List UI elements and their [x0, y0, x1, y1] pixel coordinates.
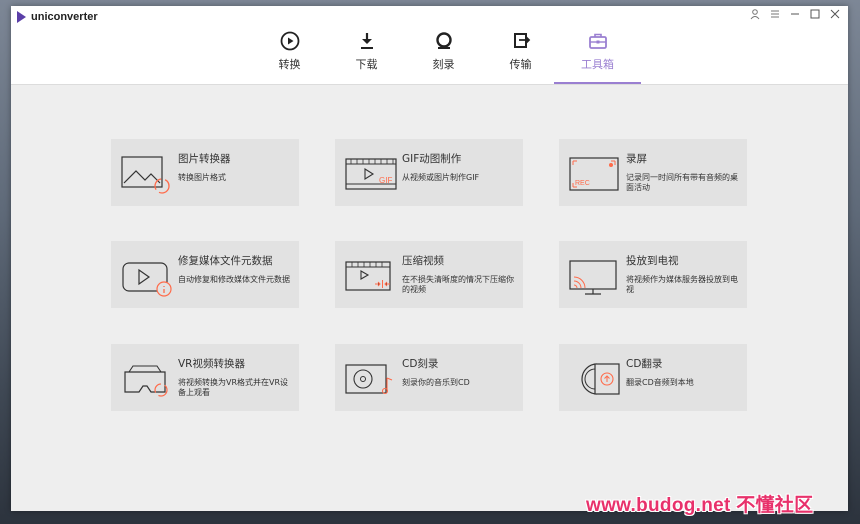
window-controls [748, 8, 842, 22]
tool-image-converter[interactable]: 图片转换器 转换图片格式 [111, 139, 299, 206]
tab-toolbox[interactable]: 工具箱 [554, 28, 641, 84]
tool-title: 图片转换器 [178, 153, 231, 165]
vr-headset-icon [124, 365, 168, 397]
tab-label: 工具箱 [581, 58, 614, 71]
tool-title: 修复媒体文件元数据 [178, 255, 273, 267]
tool-screen-recorder[interactable]: REC 录屏 记录同一时间所有带有音频的桌面活动 [559, 139, 747, 206]
app-window: uniconverter 转换 下载 刻录 传输 工具箱 图片转换器 转换图片格… [11, 6, 848, 511]
tab-label: 传输 [509, 58, 532, 71]
tool-desc: 翻录CD音频到本地 [626, 378, 694, 387]
rec-icon-text: REC [575, 180, 590, 187]
tool-title: 压缩视频 [402, 255, 444, 267]
maximize-icon[interactable] [808, 8, 822, 22]
tool-desc: 刻录你的音乐到CD [402, 378, 470, 387]
tool-desc: 记录同一时间所有带有音频的桌面活动 [626, 173, 738, 192]
download-icon [360, 33, 373, 49]
tool-title: GIF动图制作 [402, 153, 462, 165]
tv-cast-icon [569, 260, 617, 295]
image-icon [121, 156, 170, 194]
cd-rip-icon [581, 363, 620, 395]
user-icon[interactable] [748, 8, 762, 22]
tool-cd-ripper[interactable]: CD翻录 翻录CD音频到本地 [559, 344, 747, 411]
tab-label: 下载 [355, 58, 378, 71]
tool-desc: 在不损失清晰度的情况下压缩你的视频 [402, 275, 514, 294]
logo-icon [17, 11, 26, 23]
tool-title: 录屏 [626, 153, 647, 165]
tab-burn[interactable]: 刻录 [405, 28, 482, 84]
tool-title: CD刻录 [402, 358, 439, 370]
gif-icon: GIF [345, 158, 397, 190]
minimize-icon[interactable] [788, 8, 802, 22]
main-nav: 转换 下载 刻录 传输 工具箱 [251, 28, 641, 84]
convert-icon [280, 31, 299, 51]
tool-title: CD翻录 [626, 358, 663, 370]
close-icon[interactable] [828, 8, 842, 22]
screen-record-icon: REC [569, 157, 619, 191]
tool-title: VR视频转换器 [178, 358, 245, 370]
tool-desc: 将视频作为媒体服务器投放到电视 [626, 275, 738, 294]
tool-fix-metadata[interactable]: 修复媒体文件元数据 自动修复和修改媒体文件元数据 [111, 241, 299, 308]
cd-burn-icon [345, 364, 393, 395]
tool-desc: 将视频转换为VR格式并在VR设备上观看 [178, 378, 289, 397]
site-watermark: www.budog.net 不懂社区 [586, 495, 814, 516]
tool-title: 投放到电视 [626, 255, 679, 267]
toolbox-icon [588, 33, 607, 49]
tab-label: 刻录 [432, 58, 455, 71]
transfer-icon [513, 33, 530, 48]
menu-icon[interactable] [768, 8, 782, 22]
metadata-icon [122, 262, 172, 297]
gif-icon-text: GIF [379, 176, 392, 185]
tool-cast-to-tv[interactable]: 投放到电视 将视频作为媒体服务器投放到电视 [559, 241, 747, 308]
app-logo: uniconverter [17, 11, 98, 23]
tool-vr-converter[interactable]: VR视频转换器 将视频转换为VR格式并在VR设备上观看 [111, 344, 299, 411]
tool-desc: 自动修复和修改媒体文件元数据 [178, 275, 290, 284]
app-name: uniconverter [31, 11, 98, 23]
header-bar: uniconverter 转换 下载 刻录 传输 工具箱 [11, 6, 848, 85]
tool-desc: 转换图片格式 [178, 173, 226, 182]
tab-transfer[interactable]: 传输 [482, 28, 559, 84]
tab-label: 转换 [278, 58, 301, 71]
tool-gif-maker[interactable]: GIF GIF动图制作 从视频或图片制作GIF [335, 139, 523, 206]
tool-cd-burner[interactable]: CD刻录 刻录你的音乐到CD [335, 344, 523, 411]
tab-download[interactable]: 下载 [328, 28, 405, 84]
disc-icon [435, 32, 452, 49]
compress-icon [345, 261, 391, 291]
tool-desc: 从视频或图片制作GIF [402, 173, 480, 182]
tab-convert[interactable]: 转换 [251, 28, 328, 84]
tool-compress-video[interactable]: 压缩视频 在不损失清晰度的情况下压缩你的视频 [335, 241, 523, 308]
